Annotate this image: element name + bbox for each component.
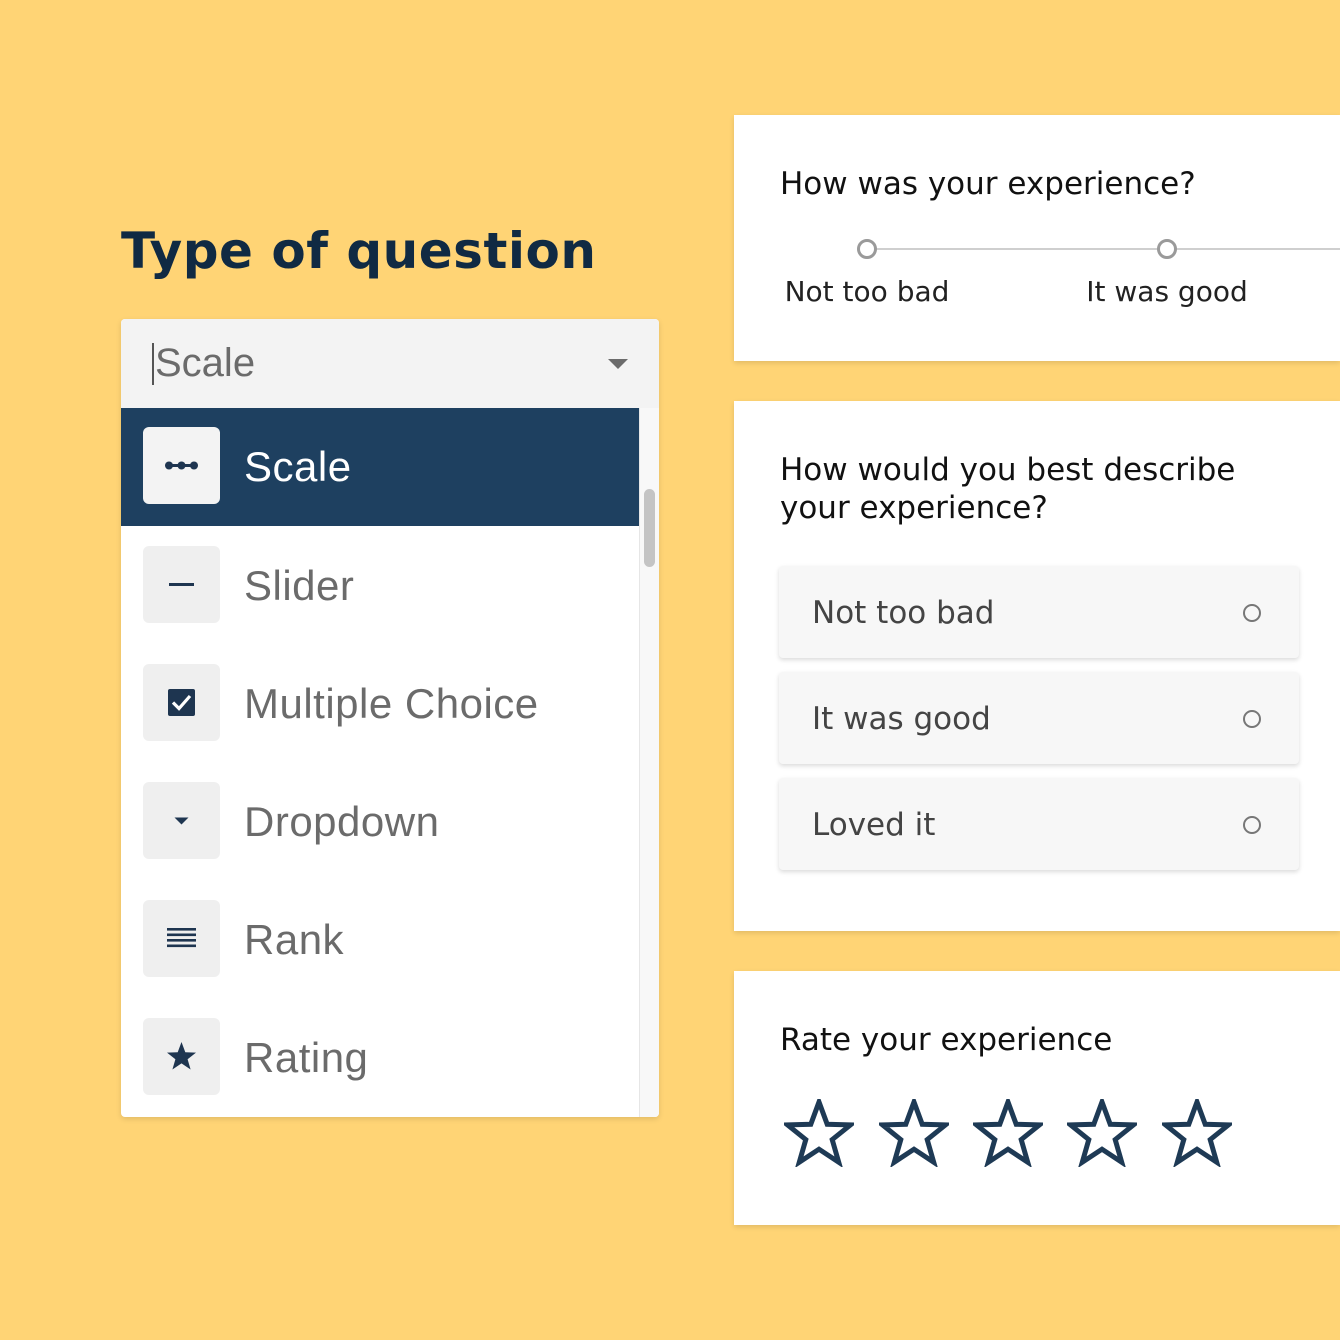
rank-lines-icon: [143, 900, 220, 977]
star-icon[interactable]: [1067, 1099, 1137, 1167]
rating-question: Rate your experience: [780, 1022, 1113, 1058]
dropdown-arrow-icon: [143, 782, 220, 859]
select-value: Scale: [155, 341, 256, 385]
scale-label: It was good: [1086, 275, 1248, 308]
rating-preview-card: Rate your experience: [734, 971, 1340, 1225]
choice-question-line2: your experience?: [780, 490, 1048, 526]
option-slider[interactable]: Slider: [121, 526, 639, 644]
star-icon[interactable]: [879, 1099, 949, 1167]
question-type-input[interactable]: Scale: [121, 319, 659, 408]
radio-icon[interactable]: [1243, 710, 1261, 728]
option-label: Multiple Choice: [244, 680, 539, 727]
scale-dots-icon: [143, 427, 220, 504]
choice-option[interactable]: Loved it: [779, 778, 1299, 870]
scale-point[interactable]: [1157, 239, 1177, 259]
chevron-down-icon[interactable]: [608, 359, 628, 369]
option-rank[interactable]: Rank: [121, 880, 639, 998]
scale-question: How was your experience?: [780, 166, 1196, 202]
option-dropdown[interactable]: Dropdown: [121, 762, 639, 880]
option-label: Rank: [244, 916, 345, 963]
scale-point[interactable]: [857, 239, 877, 259]
choice-option[interactable]: It was good: [779, 672, 1299, 764]
choice-question-line1: How would you best describe: [780, 452, 1236, 488]
star-icon: [143, 1018, 220, 1095]
option-label: Dropdown: [244, 798, 440, 845]
option-label: Rating: [244, 1034, 369, 1081]
slider-dash-icon: [143, 546, 220, 623]
choice-label: Not too bad: [812, 595, 995, 631]
option-scale[interactable]: Scale: [121, 408, 639, 526]
radio-icon[interactable]: [1243, 604, 1261, 622]
scale-label: Not too bad: [784, 275, 950, 308]
scrollbar-thumb[interactable]: [644, 489, 655, 567]
list-scrollbar[interactable]: [639, 408, 659, 1117]
text-cursor: [152, 343, 154, 385]
choice-label: Loved it: [812, 807, 936, 843]
option-multiple-choice[interactable]: Multiple Choice: [121, 644, 639, 762]
option-label: Scale: [244, 443, 352, 490]
choice-preview-card: How would you best describe your experie…: [734, 401, 1340, 931]
option-rating[interactable]: Rating: [121, 998, 639, 1116]
scale-preview-card: How was your experience? Not too bad It …: [734, 115, 1340, 361]
option-label: Slider: [244, 562, 355, 609]
star-icon[interactable]: [784, 1099, 854, 1167]
page-title: Type of question: [121, 222, 597, 280]
scale-track: [867, 248, 1340, 250]
dropdown-list: Scale Slider Multiple Choice Dropdown Ra…: [121, 408, 639, 1117]
checkbox-icon: [143, 664, 220, 741]
star-icon[interactable]: [1162, 1099, 1232, 1167]
star-icon[interactable]: [973, 1099, 1043, 1167]
choice-option[interactable]: Not too bad: [779, 566, 1299, 658]
radio-icon[interactable]: [1243, 816, 1261, 834]
question-type-select: Scale Scale Slider Multiple Choice Dropd…: [121, 319, 659, 1117]
choice-label: It was good: [812, 701, 991, 737]
